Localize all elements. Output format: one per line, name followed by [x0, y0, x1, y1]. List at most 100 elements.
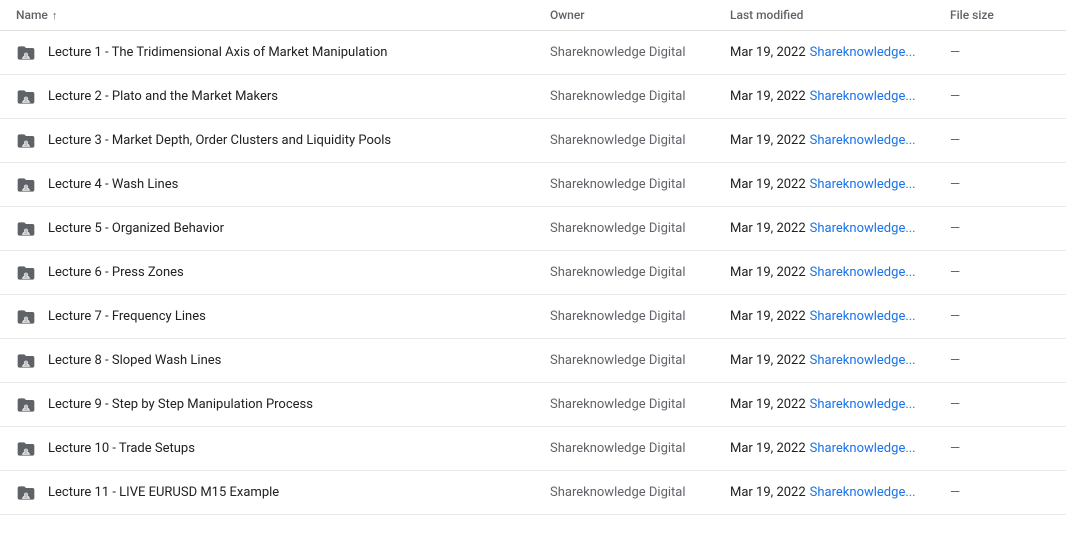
row-label: Lecture 1 - The Tridimensional Axis of M…	[48, 45, 387, 60]
shared-folder-icon	[16, 395, 36, 415]
row-size-cell: —	[950, 45, 1050, 60]
table-row[interactable]: Lecture 11 - LIVE EURUSD M15 Example Sha…	[0, 471, 1066, 515]
table-header: Name ↑ Owner Last modified File size	[0, 0, 1066, 31]
shared-folder-icon	[16, 131, 36, 151]
row-name-cell: Lecture 5 - Organized Behavior	[16, 219, 550, 239]
row-label: Lecture 7 - Frequency Lines	[48, 309, 206, 324]
file-list-table: Name ↑ Owner Last modified File size	[0, 0, 1066, 554]
row-modified-cell: Mar 19, 2022 Shareknowledge...	[730, 133, 950, 148]
row-owner-cell: Shareknowledge Digital	[550, 89, 730, 104]
row-name-cell: Lecture 3 - Market Depth, Order Clusters…	[16, 131, 550, 151]
table-row[interactable]: Lecture 6 - Press Zones Shareknowledge D…	[0, 251, 1066, 295]
row-modified-user: Shareknowledge...	[810, 309, 916, 324]
row-owner-cell: Shareknowledge Digital	[550, 133, 730, 148]
shared-folder-icon	[16, 307, 36, 327]
table-row[interactable]: Lecture 9 - Step by Step Manipulation Pr…	[0, 383, 1066, 427]
row-modified-user: Shareknowledge...	[810, 133, 916, 148]
row-modified-date: Mar 19, 2022	[730, 221, 806, 236]
row-size-cell: —	[950, 441, 1050, 456]
row-owner-cell: Shareknowledge Digital	[550, 485, 730, 500]
row-modified-cell: Mar 19, 2022 Shareknowledge...	[730, 485, 950, 500]
row-modified-date: Mar 19, 2022	[730, 397, 806, 412]
row-size-cell: —	[950, 133, 1050, 148]
row-label: Lecture 11 - LIVE EURUSD M15 Example	[48, 485, 279, 500]
row-name-cell: Lecture 1 - The Tridimensional Axis of M…	[16, 43, 550, 63]
row-modified-date: Mar 19, 2022	[730, 485, 806, 500]
row-owner-cell: Shareknowledge Digital	[550, 177, 730, 192]
row-label: Lecture 8 - Sloped Wash Lines	[48, 353, 221, 368]
row-modified-date: Mar 19, 2022	[730, 309, 806, 324]
row-modified-date: Mar 19, 2022	[730, 265, 806, 280]
row-owner-cell: Shareknowledge Digital	[550, 265, 730, 280]
table-row[interactable]: Lecture 7 - Frequency Lines Shareknowled…	[0, 295, 1066, 339]
table-row[interactable]: Lecture 4 - Wash Lines Shareknowledge Di…	[0, 163, 1066, 207]
row-name-cell: Lecture 7 - Frequency Lines	[16, 307, 550, 327]
row-size-cell: —	[950, 309, 1050, 324]
row-size-cell: —	[950, 177, 1050, 192]
row-owner-cell: Shareknowledge Digital	[550, 441, 730, 456]
row-modified-cell: Mar 19, 2022 Shareknowledge...	[730, 89, 950, 104]
table-row[interactable]: Lecture 10 - Trade Setups Shareknowledge…	[0, 427, 1066, 471]
name-header-label: Name	[16, 8, 48, 22]
row-modified-date: Mar 19, 2022	[730, 45, 806, 60]
name-column-header[interactable]: Name ↑	[16, 8, 550, 22]
row-label: Lecture 6 - Press Zones	[48, 265, 184, 280]
row-modified-cell: Mar 19, 2022 Shareknowledge...	[730, 397, 950, 412]
row-label: Lecture 5 - Organized Behavior	[48, 221, 224, 236]
shared-folder-icon	[16, 219, 36, 239]
row-modified-cell: Mar 19, 2022 Shareknowledge...	[730, 45, 950, 60]
row-name-cell: Lecture 11 - LIVE EURUSD M15 Example	[16, 483, 550, 503]
table-row[interactable]: Lecture 2 - Plato and the Market Makers …	[0, 75, 1066, 119]
shared-folder-icon	[16, 43, 36, 63]
sort-arrow-icon: ↑	[52, 9, 58, 22]
row-owner-cell: Shareknowledge Digital	[550, 353, 730, 368]
row-modified-cell: Mar 19, 2022 Shareknowledge...	[730, 177, 950, 192]
shared-folder-icon	[16, 351, 36, 371]
row-name-cell: Lecture 9 - Step by Step Manipulation Pr…	[16, 395, 550, 415]
row-modified-cell: Mar 19, 2022 Shareknowledge...	[730, 221, 950, 236]
shared-folder-icon	[16, 263, 36, 283]
row-label: Lecture 2 - Plato and the Market Makers	[48, 89, 278, 104]
owner-column-header[interactable]: Owner	[550, 8, 730, 22]
row-modified-user: Shareknowledge...	[810, 45, 916, 60]
row-modified-date: Mar 19, 2022	[730, 177, 806, 192]
row-size-cell: —	[950, 221, 1050, 236]
size-column-header[interactable]: File size	[950, 8, 1050, 22]
row-owner-cell: Shareknowledge Digital	[550, 309, 730, 324]
row-modified-date: Mar 19, 2022	[730, 133, 806, 148]
row-label: Lecture 3 - Market Depth, Order Clusters…	[48, 133, 391, 148]
row-size-cell: —	[950, 89, 1050, 104]
row-modified-user: Shareknowledge...	[810, 221, 916, 236]
row-modified-date: Mar 19, 2022	[730, 441, 806, 456]
row-label: Lecture 10 - Trade Setups	[48, 441, 195, 456]
row-owner-cell: Shareknowledge Digital	[550, 397, 730, 412]
table-row[interactable]: Lecture 3 - Market Depth, Order Clusters…	[0, 119, 1066, 163]
row-modified-user: Shareknowledge...	[810, 177, 916, 192]
row-modified-user: Shareknowledge...	[810, 265, 916, 280]
table-row[interactable]: Lecture 1 - The Tridimensional Axis of M…	[0, 31, 1066, 75]
row-owner-cell: Shareknowledge Digital	[550, 45, 730, 60]
modified-column-header[interactable]: Last modified	[730, 8, 950, 22]
row-name-cell: Lecture 2 - Plato and the Market Makers	[16, 87, 550, 107]
row-name-cell: Lecture 8 - Sloped Wash Lines	[16, 351, 550, 371]
row-modified-date: Mar 19, 2022	[730, 89, 806, 104]
row-modified-date: Mar 19, 2022	[730, 353, 806, 368]
shared-folder-icon	[16, 439, 36, 459]
row-modified-user: Shareknowledge...	[810, 441, 916, 456]
shared-folder-icon	[16, 175, 36, 195]
row-size-cell: —	[950, 397, 1050, 412]
row-size-cell: —	[950, 353, 1050, 368]
row-name-cell: Lecture 4 - Wash Lines	[16, 175, 550, 195]
row-name-cell: Lecture 6 - Press Zones	[16, 263, 550, 283]
row-owner-cell: Shareknowledge Digital	[550, 221, 730, 236]
row-modified-user: Shareknowledge...	[810, 353, 916, 368]
row-modified-cell: Mar 19, 2022 Shareknowledge...	[730, 353, 950, 368]
row-modified-user: Shareknowledge...	[810, 485, 916, 500]
table-row[interactable]: Lecture 5 - Organized Behavior Shareknow…	[0, 207, 1066, 251]
row-label: Lecture 4 - Wash Lines	[48, 177, 178, 192]
row-modified-cell: Mar 19, 2022 Shareknowledge...	[730, 265, 950, 280]
shared-folder-icon	[16, 483, 36, 503]
row-size-cell: —	[950, 265, 1050, 280]
row-modified-user: Shareknowledge...	[810, 397, 916, 412]
table-row[interactable]: Lecture 8 - Sloped Wash Lines Shareknowl…	[0, 339, 1066, 383]
